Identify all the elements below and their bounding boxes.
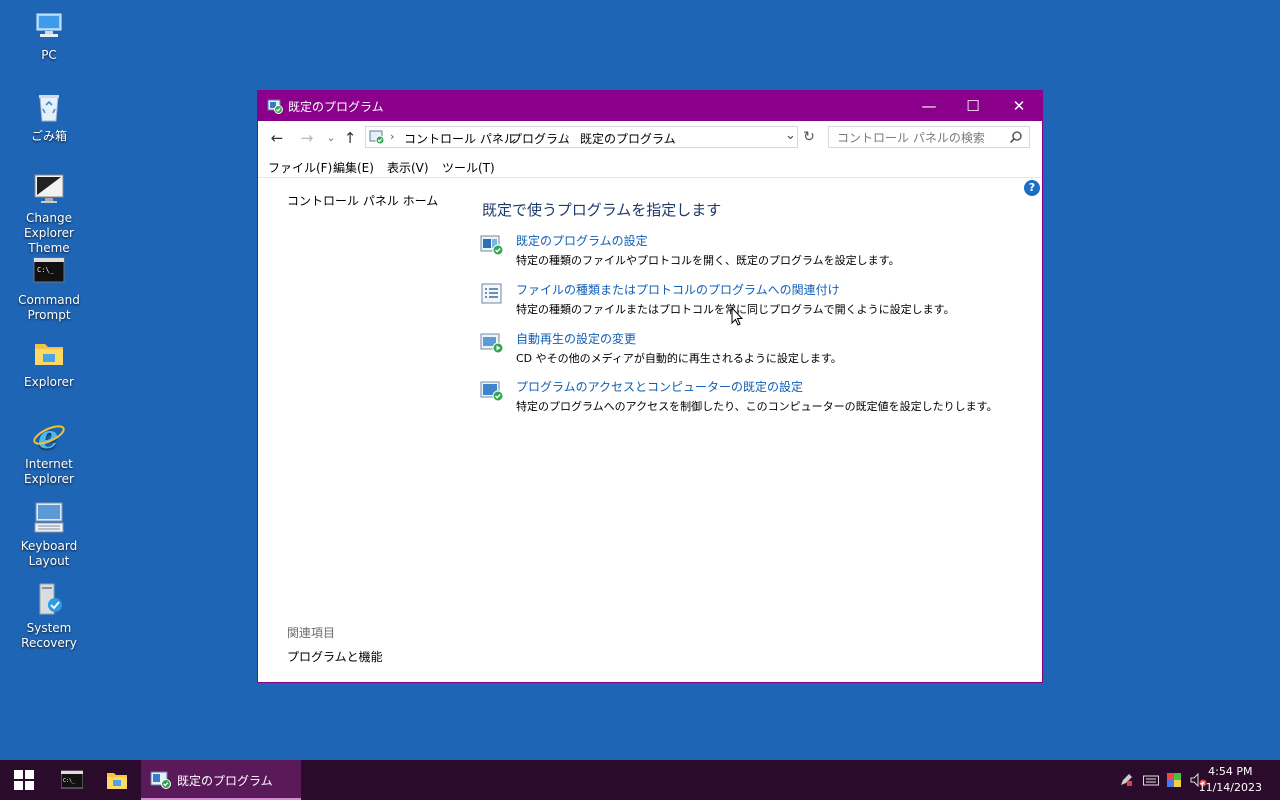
mouse-cursor-icon: [731, 306, 744, 327]
maximize-button[interactable]: ☐: [950, 91, 996, 121]
up-button[interactable]: ↑: [339, 127, 361, 149]
desktop-icon-label: System Recovery: [21, 621, 77, 650]
window-title: 既定のプログラム: [288, 100, 384, 114]
desktop-icon-internet-explorer[interactable]: e Internet Explorer: [0, 417, 98, 487]
option-description: 特定の種類のファイルやプロトコルを開く、既定のプログラムを設定します。: [516, 254, 900, 267]
desktop-icon-label: Command Prompt: [18, 293, 80, 322]
close-button[interactable]: ✕: [996, 91, 1042, 121]
svg-text:C:\_: C:\_: [63, 778, 76, 784]
windows-logo-icon: [14, 770, 34, 790]
help-icon[interactable]: ?: [1024, 180, 1040, 196]
desktop-icon-label: Explorer: [24, 375, 74, 389]
desktop-icon-label: PC: [41, 48, 57, 62]
minimize-button[interactable]: —: [906, 91, 952, 121]
command-prompt-icon: C:\_: [31, 253, 67, 289]
monitor-icon: [31, 171, 67, 207]
menu-view[interactable]: 表示(V): [387, 159, 429, 176]
autoplay-settings-link[interactable]: 自動再生の設定の変更: [516, 330, 636, 347]
control-panel-icon: [369, 129, 385, 145]
address-bar[interactable]: › コントロール パネル › プログラム › 既定のプログラム ⌄: [365, 126, 798, 148]
refresh-button[interactable]: ↻: [798, 126, 820, 148]
back-button[interactable]: ←: [266, 127, 288, 149]
breadcrumb-separator: ›: [493, 130, 498, 143]
desktop-icon-pc[interactable]: PC: [0, 8, 98, 63]
breadcrumb-separator: ›: [390, 130, 395, 143]
option-description: CD やその他のメディアが自動的に再生されるように設定します。: [516, 352, 842, 365]
svg-text:C:\_: C:\_: [37, 266, 55, 274]
command-prompt-icon: C:\_: [61, 770, 83, 789]
address-row: ← → ⌄ ↑ › コントロール パネル › プログラム › 既定のプログラム …: [258, 126, 1042, 150]
file-association-link[interactable]: ファイルの種類またはプロトコルのプログラムへの関連付け: [516, 281, 840, 298]
breadcrumb-separator: ›: [565, 130, 570, 143]
menu-tools[interactable]: ツール(T): [442, 159, 495, 176]
desktop-icon-explorer[interactable]: Explorer: [0, 335, 98, 390]
breadcrumb-default-programs[interactable]: 既定のプログラム: [580, 130, 676, 147]
desktop-icon-label: ごみ箱: [30, 129, 67, 143]
desktop-icon-system-recovery[interactable]: System Recovery: [0, 581, 98, 651]
menu-divider: [258, 177, 1042, 178]
breadcrumb-programs[interactable]: プログラム: [510, 130, 570, 147]
color-tray-icon[interactable]: [1167, 773, 1181, 787]
taskbar-file-explorer[interactable]: [97, 760, 137, 800]
default-programs-icon: [267, 98, 283, 114]
programs-and-features-link[interactable]: プログラムと機能: [287, 648, 383, 665]
option-description: 特定のプログラムへのアクセスを制御したり、このコンピューターの既定値を設定したり…: [516, 400, 998, 413]
set-default-programs-link[interactable]: 既定のプログラムの設定: [516, 232, 648, 249]
menu-bar: ファイル(F) 編集(E) 表示(V) ツール(T): [258, 159, 1042, 177]
autoplay-icon: [480, 332, 504, 354]
taskbar-default-programs[interactable]: 既定のプログラム: [141, 760, 301, 800]
default-programs-icon: [480, 234, 504, 256]
option-program-access: プログラムのアクセスとコンピューターの既定の設定 特定のプログラムへのアクセスを…: [480, 378, 1000, 418]
option-autoplay: 自動再生の設定の変更 CD やその他のメディアが自動的に再生されるように設定しま…: [480, 330, 1000, 370]
desktop-icon-label: Keyboard Layout: [20, 539, 78, 568]
option-set-default-programs: 既定のプログラムの設定 特定の種類のファイルやプロトコルを開く、既定のプログラム…: [480, 232, 1000, 272]
search-icon[interactable]: [1009, 130, 1023, 144]
taskbar-command-prompt[interactable]: C:\_: [52, 760, 92, 800]
desktop-icon-keyboard-layout[interactable]: Keyboard Layout: [0, 499, 98, 569]
breadcrumb-control-panel[interactable]: コントロール パネル: [404, 130, 516, 147]
desktop-icon-command-prompt[interactable]: C:\_ Command Prompt: [0, 253, 98, 323]
search-input[interactable]: [835, 129, 1009, 147]
desktop-icon-label: Change Explorer Theme: [24, 211, 74, 255]
clock-time: 4:54 PM: [1208, 765, 1253, 778]
default-programs-window: 既定のプログラム — ☐ ✕ ← → ⌄ ↑ › コントロール パネル › プロ…: [257, 90, 1043, 683]
taskbar: C:\_ 既定のプログラム 4:54 PM 11/14/2023: [0, 760, 1280, 800]
related-heading: 関連項目: [287, 626, 336, 640]
taskbar-clock[interactable]: 4:54 PM 11/14/2023: [1199, 764, 1262, 796]
program-access-icon: [480, 380, 504, 402]
desktop-icon-recycle-bin[interactable]: ごみ箱: [0, 89, 98, 144]
menu-file[interactable]: ファイル(F): [268, 159, 332, 176]
pc-icon: [31, 8, 67, 44]
svg-text:e: e: [38, 418, 58, 453]
chevron-down-icon[interactable]: ⌄: [785, 128, 796, 143]
folder-icon: [31, 335, 67, 371]
system-recovery-icon: [31, 581, 67, 617]
internet-explorer-icon: e: [31, 417, 67, 456]
program-access-defaults-link[interactable]: プログラムのアクセスとコンピューターの既定の設定: [516, 378, 803, 395]
folder-icon: [107, 773, 127, 789]
recycle-bin-icon: [31, 89, 67, 125]
default-programs-icon: [150, 771, 171, 789]
menu-edit[interactable]: 編集(E): [333, 159, 374, 176]
file-association-icon: [480, 283, 504, 305]
clock-date: 11/14/2023: [1198, 781, 1262, 794]
desktop-icon-change-explorer-theme[interactable]: Change Explorer Theme: [0, 171, 98, 256]
title-bar[interactable]: 既定のプログラム — ☐ ✕: [258, 91, 1042, 121]
pen-tray-icon[interactable]: [1119, 773, 1133, 787]
control-panel-home-link[interactable]: コントロール パネル ホーム: [287, 192, 438, 209]
desktop-icon-label: Internet Explorer: [24, 457, 74, 486]
page-title: 既定で使うプログラムを指定します: [482, 201, 722, 219]
search-box[interactable]: [828, 126, 1030, 148]
taskbar-task-label: 既定のプログラム: [177, 774, 273, 788]
start-button[interactable]: [0, 760, 48, 800]
forward-button[interactable]: →: [296, 127, 318, 149]
keyboard-tray-icon[interactable]: [1143, 773, 1159, 787]
keyboard-icon: [31, 499, 67, 535]
